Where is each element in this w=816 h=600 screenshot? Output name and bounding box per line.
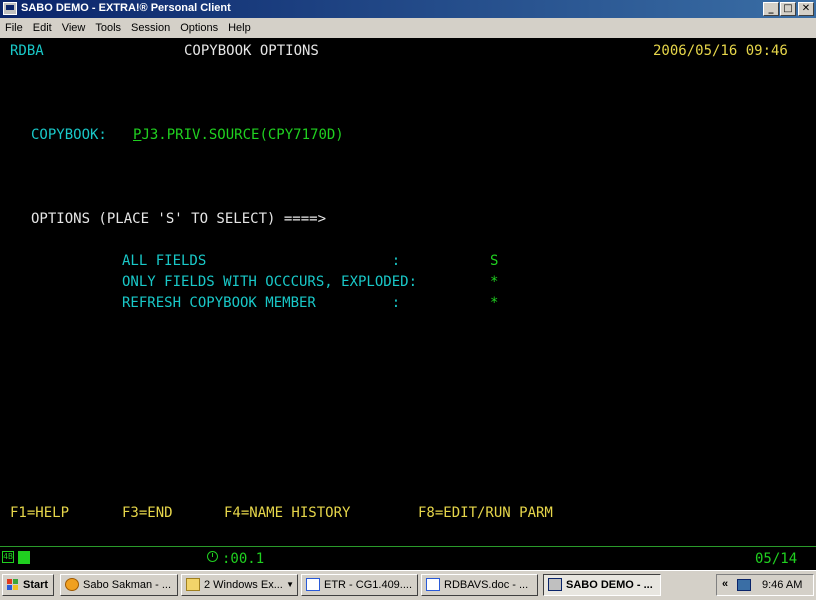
document-icon — [306, 578, 320, 591]
option-occurs-label: ONLY FIELDS WITH OCCCURS, EXPLODED: — [122, 274, 418, 290]
copybook-field[interactable]: PJ3.PRIV.SOURCE(CPY7170D) — [133, 127, 344, 143]
elapsed-time: :00.1 — [222, 551, 265, 567]
menu-bar: File Edit View Tools Session Options Hel… — [0, 18, 816, 38]
session-indicator: 4B — [2, 551, 14, 563]
menu-edit[interactable]: Edit — [28, 18, 57, 38]
maximize-button[interactable]: □ — [780, 2, 796, 16]
menu-tools[interactable]: Tools — [90, 18, 126, 38]
start-button[interactable]: Start — [2, 574, 54, 596]
folder-icon — [186, 578, 200, 591]
clock-icon — [207, 551, 218, 562]
option-occurs-input[interactable]: * — [490, 274, 498, 290]
fkey-help[interactable]: F1=HELP — [10, 505, 69, 521]
status-line: 4B :00.1 05/14 — [0, 546, 816, 570]
option-refresh-input[interactable]: * — [490, 295, 498, 311]
menu-file[interactable]: File — [0, 18, 28, 38]
window-title: SABO DEMO - EXTRA!® Personal Client — [21, 2, 231, 14]
taskbar-item-label: SABO DEMO - ... — [566, 579, 653, 591]
start-label: Start — [23, 579, 49, 591]
terminal-app-icon[interactable] — [3, 2, 17, 15]
option-refresh-label: REFRESH COPYBOOK MEMBER : — [122, 295, 401, 311]
taskbar-item-etr[interactable]: ETR - CG1.409.... — [301, 574, 418, 596]
terminal-icon — [548, 578, 562, 591]
taskbar-item-label: RDBAVS.doc - ... — [444, 579, 529, 591]
option-all-fields-input[interactable]: S — [490, 253, 498, 269]
windows-logo-icon — [7, 579, 19, 591]
taskbar-item-browser[interactable]: Sabo Sakman - ... — [60, 574, 178, 596]
minimize-button[interactable]: _ — [763, 2, 779, 16]
taskbar-item-explorer[interactable]: 2 Windows Ex... ▼ — [181, 574, 298, 596]
taskbar-item-rdbavs[interactable]: RDBAVS.doc - ... — [421, 574, 538, 596]
menu-view[interactable]: View — [57, 18, 91, 38]
menu-session[interactable]: Session — [126, 18, 175, 38]
menu-help[interactable]: Help — [223, 18, 256, 38]
cursor-position: 05/14 — [755, 551, 798, 567]
taskbar-item-label: Sabo Sakman - ... — [83, 579, 172, 591]
copybook-label: COPYBOOK: — [31, 127, 107, 143]
terminal-screen[interactable]: RDBA COPYBOOK OPTIONS 2006/05/16 09:46 C… — [0, 38, 816, 546]
options-prompt: OPTIONS (PLACE 'S' TO SELECT) ====> — [31, 211, 327, 227]
screen-title: COPYBOOK OPTIONS — [184, 43, 319, 59]
title-bar: SABO DEMO - EXTRA!® Personal Client _ □ … — [0, 0, 816, 18]
taskbar-item-sabo-demo[interactable]: SABO DEMO - ... — [543, 574, 661, 596]
document-icon — [426, 578, 440, 591]
window-controls: _ □ ✕ — [762, 2, 814, 16]
network-icon[interactable] — [737, 579, 751, 591]
taskbar-item-label: ETR - CG1.409.... — [324, 579, 413, 591]
system-tray: « 9:46 AM — [716, 574, 814, 596]
keyboard-status-block — [18, 551, 30, 564]
tray-expand-icon[interactable]: « — [722, 578, 728, 590]
taskbar: Start Sabo Sakman - ... 2 Windows Ex... … — [0, 570, 816, 600]
chevron-down-icon: ▼ — [286, 580, 294, 589]
option-all-fields-label: ALL FIELDS : — [122, 253, 401, 269]
menu-options[interactable]: Options — [175, 18, 223, 38]
tray-clock[interactable]: 9:46 AM — [762, 579, 802, 591]
taskbar-item-label: 2 Windows Ex... — [204, 579, 283, 591]
fkey-end[interactable]: F3=END — [122, 505, 173, 521]
fkey-edit-run-parm[interactable]: F8=EDIT/RUN PARM — [418, 505, 553, 521]
browser-icon — [65, 578, 79, 591]
system-id: RDBA — [10, 43, 44, 59]
fkey-name-history[interactable]: F4=NAME HISTORY — [224, 505, 350, 521]
close-button[interactable]: ✕ — [798, 2, 814, 16]
screen-datetime: 2006/05/16 09:46 — [653, 43, 788, 59]
copybook-value: J3.PRIV.SOURCE(CPY7170D) — [141, 127, 344, 143]
